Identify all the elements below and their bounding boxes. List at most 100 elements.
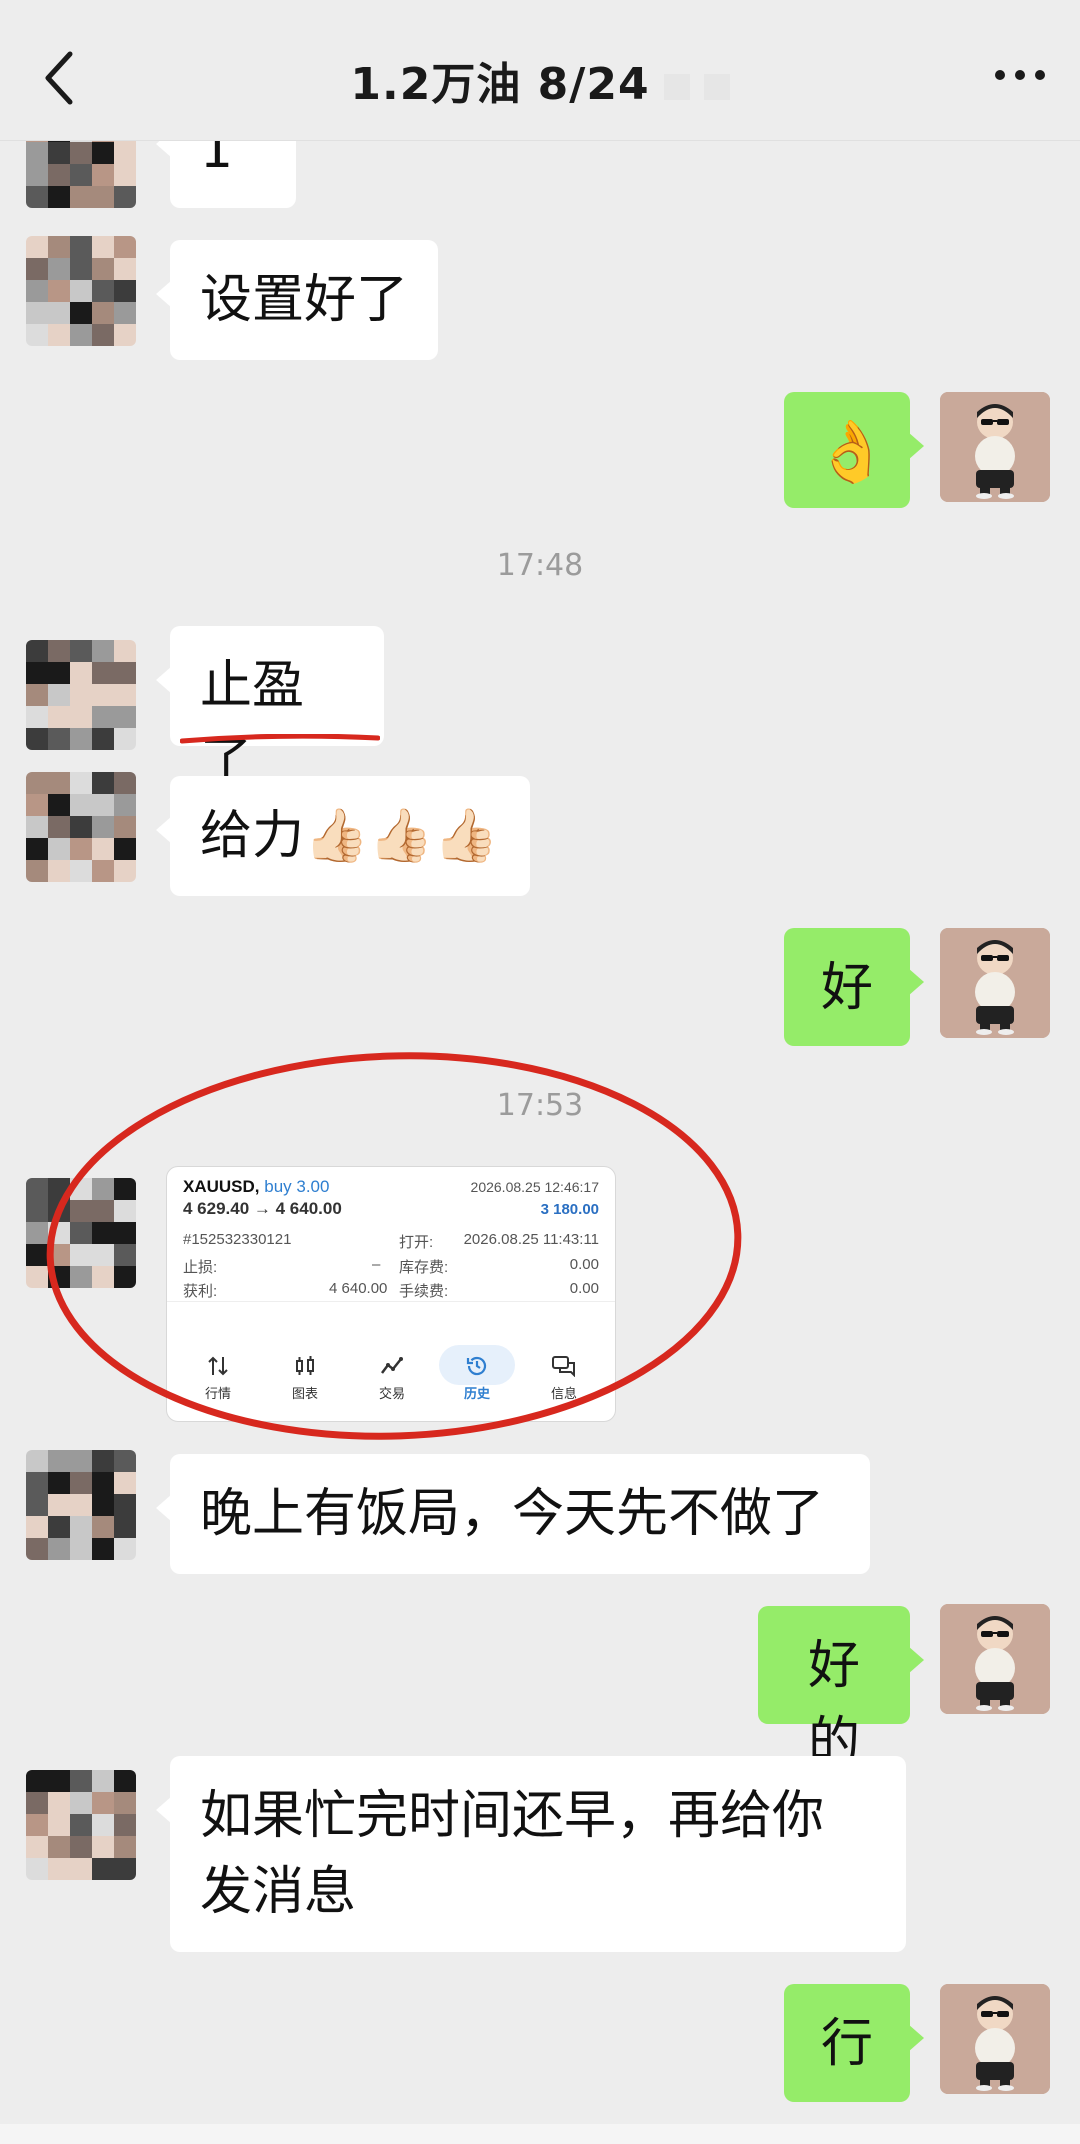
sl-value: –: [372, 1256, 381, 1273]
avatar-mosaic-cell: [114, 1516, 136, 1538]
contact-avatar[interactable]: [26, 1450, 136, 1560]
cartoon-figure-icon: [940, 1984, 1050, 2094]
avatar-mosaic-cell: [114, 1836, 136, 1858]
avatar-mosaic-cell: [92, 1494, 114, 1516]
avatar-mosaic-cell: [92, 794, 114, 816]
avatar-mosaic-cell: [92, 1450, 114, 1472]
message-bubble-left[interactable]: 给力👍🏻👍🏻👍🏻: [156, 776, 530, 896]
cartoon-figure-icon: [940, 928, 1050, 1038]
avatar-mosaic-cell: [114, 1770, 136, 1792]
arrows-updown-icon: [208, 1356, 228, 1376]
bottom-edge: [0, 2124, 1080, 2144]
avatar-mosaic-cell: [92, 860, 114, 882]
fee-value: 0.00: [569, 1280, 599, 1297]
avatar-mosaic-cell: [70, 1200, 92, 1222]
avatar-mosaic-cell: [70, 186, 92, 208]
avatar-mosaic-cell: [114, 1178, 136, 1200]
trade-screenshot-image[interactable]: XAUUSD, buy 3.00 4 629.40 → 4 640.00 202…: [166, 1166, 616, 1422]
avatar-mosaic-cell: [114, 1450, 136, 1472]
avatar-mosaic-cell: [26, 728, 48, 750]
avatar-mosaic-cell: [26, 1770, 48, 1792]
avatar-mosaic-cell: [92, 640, 114, 662]
avatar-mosaic-cell: [26, 1244, 48, 1266]
my-avatar[interactable]: [940, 392, 1050, 502]
avatar-mosaic-cell: [92, 838, 114, 860]
cartoon-figure-icon: [940, 392, 1050, 502]
avatar-mosaic-cell: [70, 1450, 92, 1472]
contact-avatar[interactable]: [26, 640, 136, 750]
avatar-mosaic-cell: [114, 1814, 136, 1836]
avatar-mosaic-cell: [48, 1200, 70, 1222]
contact-avatar[interactable]: [26, 236, 136, 346]
avatar-mosaic-cell: [92, 1858, 114, 1880]
avatar-mosaic-cell: [26, 706, 48, 728]
avatar-mosaic-cell: [92, 1200, 114, 1222]
message-bubble-right[interactable]: 行: [784, 1984, 924, 2102]
avatar-mosaic-cell: [114, 1244, 136, 1266]
blurred-title-part: [663, 74, 690, 100]
contact-avatar[interactable]: [26, 1770, 136, 1880]
avatar-mosaic-cell: [70, 1222, 92, 1244]
my-avatar[interactable]: [940, 1604, 1050, 1714]
avatar-mosaic-cell: [92, 1538, 114, 1560]
avatar-mosaic-cell: [48, 142, 70, 164]
message-bubble-right[interactable]: 好: [784, 928, 924, 1046]
timestamp: 17:53: [496, 1088, 584, 1123]
avatar-mosaic-cell: [70, 1836, 92, 1858]
message-bubble-left[interactable]: 如果忙完时间还早，再给你 发消息: [156, 1756, 906, 1952]
avatar-mosaic-cell: [92, 728, 114, 750]
avatar-mosaic-cell: [48, 728, 70, 750]
timestamp: 17:48: [496, 548, 584, 583]
avatar-mosaic-cell: [114, 816, 136, 838]
message-bubble-left[interactable]: 晚上有饭局，今天先不做了: [156, 1454, 870, 1574]
contact-avatar[interactable]: [26, 772, 136, 882]
avatar-mosaic-cell: [26, 236, 48, 258]
contact-avatar[interactable]: [26, 1178, 136, 1288]
avatar-mosaic-cell: [92, 142, 114, 164]
avatar-mosaic-cell: [26, 1516, 48, 1538]
blurred-title-part: [703, 74, 730, 100]
avatar-mosaic-cell: [48, 794, 70, 816]
avatar-mosaic-cell: [92, 280, 114, 302]
avatar-mosaic-cell: [48, 1770, 70, 1792]
nav-label: 交易: [378, 1386, 405, 1401]
message-text: 好的: [807, 1636, 860, 1772]
chat-bubbles-icon: [552, 1356, 575, 1377]
avatar-mosaic-cell: [48, 1814, 70, 1836]
avatar-mosaic-cell: [26, 640, 48, 662]
avatar-mosaic-cell: [92, 1266, 114, 1288]
avatar-mosaic-cell: [92, 302, 114, 324]
avatar-mosaic-cell: [26, 258, 48, 280]
avatar-mosaic-cell: [114, 324, 136, 346]
avatar-mosaic-cell: [92, 1472, 114, 1494]
tp-value: 4 640.00: [329, 1280, 388, 1297]
avatar-mosaic-cell: [26, 1792, 48, 1814]
avatar-mosaic-cell: [114, 280, 136, 302]
order-id: #152532330121: [183, 1231, 292, 1248]
avatar-mosaic-cell: [26, 324, 48, 346]
tp-label: 获利:: [183, 1283, 218, 1300]
my-avatar[interactable]: [940, 928, 1050, 1038]
my-avatar[interactable]: [940, 1984, 1050, 2094]
message-bubble-left[interactable]: 止盈了: [156, 626, 384, 792]
avatar-mosaic-cell: [70, 816, 92, 838]
avatar-mosaic-cell: [70, 1538, 92, 1560]
chat-title-text: 1.2万油 8/24: [350, 59, 650, 110]
message-text: 好: [820, 958, 873, 1018]
trade-symbol: XAUUSD, buy 3.00: [183, 1177, 329, 1197]
avatar-mosaic-cell: [92, 324, 114, 346]
avatar-mosaic-cell: [70, 772, 92, 794]
message-bubble-right[interactable]: 好的: [758, 1606, 924, 1772]
avatar-mosaic-cell: [114, 302, 136, 324]
avatar-mosaic-cell: [48, 1538, 70, 1560]
swap-value: 0.00: [569, 1256, 599, 1273]
nav-messages: 信息: [529, 1355, 599, 1402]
message-bubble-left[interactable]: 设置好了: [156, 240, 438, 360]
avatar-mosaic-cell: [114, 1200, 136, 1222]
avatar-mosaic-cell: [92, 258, 114, 280]
avatar-mosaic-cell: [70, 838, 92, 860]
more-dots-icon[interactable]: [990, 60, 1050, 90]
message-bubble-right[interactable]: 👌: [784, 392, 924, 508]
avatar-mosaic-cell: [92, 1836, 114, 1858]
avatar-mosaic-cell: [114, 1792, 136, 1814]
